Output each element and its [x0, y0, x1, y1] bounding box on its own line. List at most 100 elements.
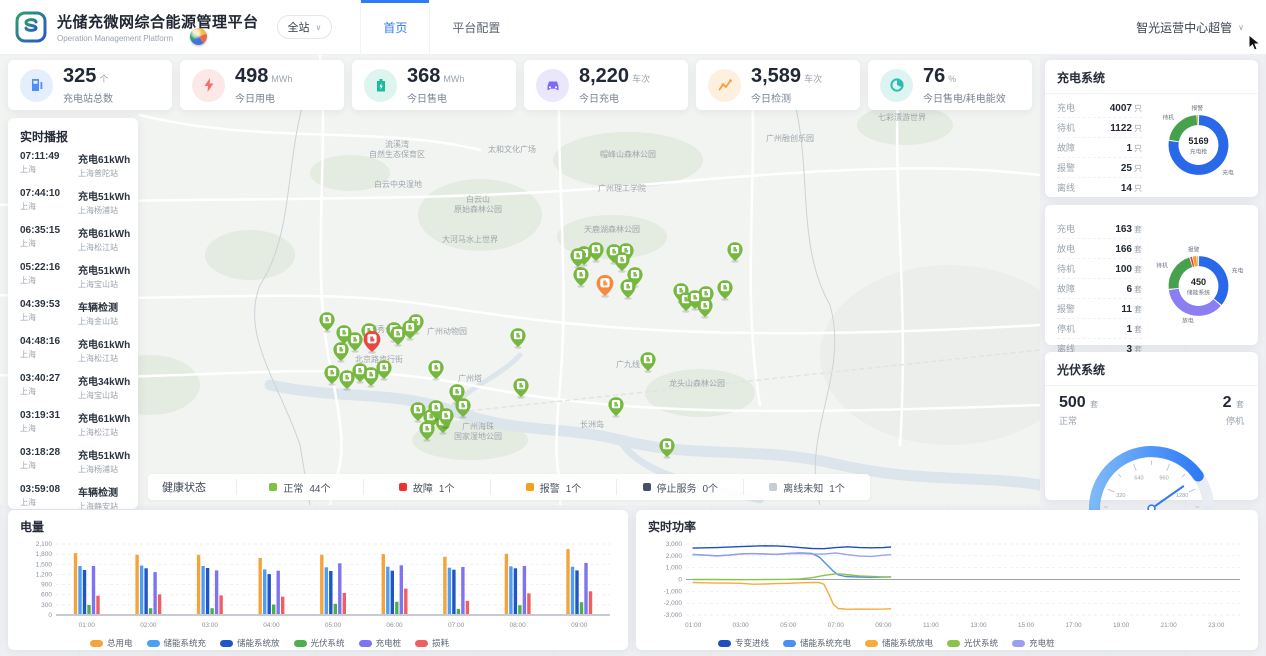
legend-item[interactable]: 光伏系统 [947, 637, 998, 649]
station-marker-normal[interactable] [659, 438, 675, 459]
kpi-unit: MWh [271, 74, 292, 84]
station-marker-normal[interactable] [620, 279, 636, 300]
tab-home[interactable]: 首页 [360, 0, 430, 55]
kpi-card[interactable]: 498MWh今日用电 [180, 60, 344, 110]
station-marker-normal[interactable] [376, 360, 392, 381]
health-item[interactable]: 停止服务0个 [616, 479, 743, 495]
charging-stat-row: 待机1122只 [1057, 118, 1142, 138]
station-marker-normal[interactable] [573, 267, 589, 288]
list-item[interactable]: 03:40:27上海充电34kWh上海宝山站 [20, 373, 126, 401]
list-item[interactable]: 03:18:28上海充电51kWh上海杨浦站 [20, 447, 126, 475]
list-item[interactable]: 05:22:16上海充电51kWh上海宝山站 [20, 262, 126, 290]
kpi-label: 充电站总数 [63, 90, 113, 105]
health-items: 正常44个故障1个报警1个停止服务0个离线未知1个 [236, 474, 870, 500]
broadcast-city: 上海 [20, 164, 70, 175]
broadcast-city: 上海 [20, 460, 70, 471]
list-item[interactable]: 06:35:15上海充电61kWh上海松江站 [20, 225, 126, 253]
station-marker-normal[interactable] [319, 312, 335, 333]
broadcast-list[interactable]: 07:11:49上海充电61kWh上海普陀站 07:44:10上海充电51kWh上… [8, 151, 138, 509]
station-marker-normal[interactable] [402, 320, 418, 341]
station-marker-normal[interactable] [727, 242, 743, 263]
station-marker-normal[interactable] [419, 421, 435, 442]
stat-label: 待机 [1057, 121, 1075, 134]
legend-item[interactable]: 光伏系统 [294, 637, 345, 649]
legend-swatch [90, 640, 103, 647]
legend-item[interactable]: 总用电 [90, 637, 133, 649]
legend-item[interactable]: 充电桩 [1012, 637, 1055, 649]
health-item[interactable]: 正常44个 [236, 479, 363, 495]
station-marker-normal[interactable] [347, 332, 363, 353]
kpi-card[interactable]: 76%今日售电/耗电能效 [868, 60, 1032, 110]
broadcast-time: 03:40:27 [20, 373, 70, 384]
legend-item[interactable]: 储能系统充电 [783, 637, 851, 649]
status-dot [643, 483, 651, 491]
legend-item[interactable]: 充电桩 [359, 637, 402, 649]
legend-item[interactable]: 储能系统放 [220, 637, 280, 649]
stat-value: 25只 [1121, 163, 1142, 174]
kpi-text: 368MWh今日售电 [407, 66, 464, 105]
station-marker-normal[interactable] [588, 242, 604, 263]
tab-config[interactable]: 平台配置 [430, 0, 522, 55]
list-item[interactable]: 07:11:49上海充电61kWh上海普陀站 [20, 151, 126, 179]
broadcast-event: 车辆检测 [78, 299, 118, 314]
broadcast-time-col: 04:48:16上海 [20, 336, 70, 364]
legend-label: 专变进线 [735, 637, 769, 649]
station-marker-fault[interactable] [363, 331, 381, 354]
station-marker-normal[interactable] [570, 248, 586, 269]
health-item[interactable]: 报警1个 [490, 479, 617, 495]
kpi-card[interactable]: 368MWh今日售电 [352, 60, 516, 110]
station-marker-normal[interactable] [640, 352, 656, 373]
legend-item[interactable]: 损耗 [415, 637, 449, 649]
kpi-card[interactable]: 3,589车次今日检测 [696, 60, 860, 110]
city-map[interactable]: 流溪湾 自然生态保育区白云中央湿地太和文化广场帽峰山森林公园广州理工学院白云山 … [0, 55, 1040, 505]
charging-stats: 充电4007只待机1122只故障1只报警25只离线14只 [1057, 98, 1142, 197]
station-marker-normal[interactable] [608, 397, 624, 418]
broadcast-event-col: 充电61kWh上海松江站 [78, 225, 130, 253]
health-item[interactable]: 故障1个 [363, 479, 490, 495]
stat-unit: 套 [1134, 265, 1142, 274]
list-item[interactable]: 03:19:31上海充电61kWh上海松江站 [20, 410, 126, 438]
broadcast-station: 上海杨浦站 [78, 205, 130, 216]
station-marker-normal[interactable] [717, 280, 733, 301]
stat-label: 充电 [1057, 101, 1075, 114]
station-marker-normal[interactable] [510, 328, 526, 349]
station-marker-normal[interactable] [513, 378, 529, 399]
stat-value: 6套 [1126, 284, 1142, 295]
station-marker-alarm[interactable] [596, 275, 614, 298]
health-item[interactable]: 离线未知1个 [743, 479, 870, 495]
station-marker-normal[interactable] [455, 398, 471, 419]
broadcast-station: 上海杨浦站 [78, 464, 130, 475]
station-selector[interactable]: 全站 ∨ [277, 15, 333, 39]
stat-label: 离线 [1057, 181, 1075, 194]
list-item[interactable]: 07:44:10上海充电51kWh上海杨浦站 [20, 188, 126, 216]
svg-text:17:00: 17:00 [1065, 622, 1082, 629]
charging-stat-row: 离线14只 [1057, 178, 1142, 197]
broadcast-station: 上海静安站 [78, 501, 118, 509]
station-marker-normal[interactable] [687, 290, 703, 311]
list-item[interactable]: 04:48:16上海充电61kWh上海松江站 [20, 336, 126, 364]
station-marker-normal[interactable] [324, 365, 340, 386]
legend-item[interactable]: 专变进线 [718, 637, 769, 649]
legend-label: 充电桩 [1029, 637, 1055, 649]
kpi-label: 今日检测 [751, 90, 822, 105]
svg-text:06:00: 06:00 [386, 622, 403, 629]
list-item[interactable]: 03:59:08上海车辆检测上海静安站 [20, 484, 126, 509]
station-marker-normal[interactable] [333, 342, 349, 363]
charging-system-card: 充电系统 充电4007只待机1122只故障1只报警25只离线14只 充电待机报警… [1045, 60, 1258, 197]
list-item[interactable]: 04:39:53上海车辆检测上海金山站 [20, 299, 126, 327]
broadcast-title: 实时播报 [8, 118, 138, 151]
station-marker-normal[interactable] [428, 360, 444, 381]
svg-text:储能系统: 储能系统 [1187, 288, 1210, 296]
kpi-unit: 车次 [632, 74, 650, 84]
legend-label: 储能系统充电 [800, 637, 851, 649]
legend-item[interactable]: 储能系统充 [147, 637, 207, 649]
stat-unit: 只 [1134, 164, 1142, 173]
kpi-card[interactable]: 8,220车次今日充电 [524, 60, 688, 110]
user-menu[interactable]: 智光运营中心超管 ∨ [1136, 19, 1266, 36]
kpi-card[interactable]: 325个充电站总数 [8, 60, 172, 110]
health-item-count: 1个 [439, 480, 455, 495]
health-item-label: 报警 [540, 480, 560, 495]
station-marker-normal[interactable] [428, 400, 444, 421]
legend-item[interactable]: 储能系统放电 [865, 637, 933, 649]
kpi-text: 325个充电站总数 [63, 66, 113, 105]
